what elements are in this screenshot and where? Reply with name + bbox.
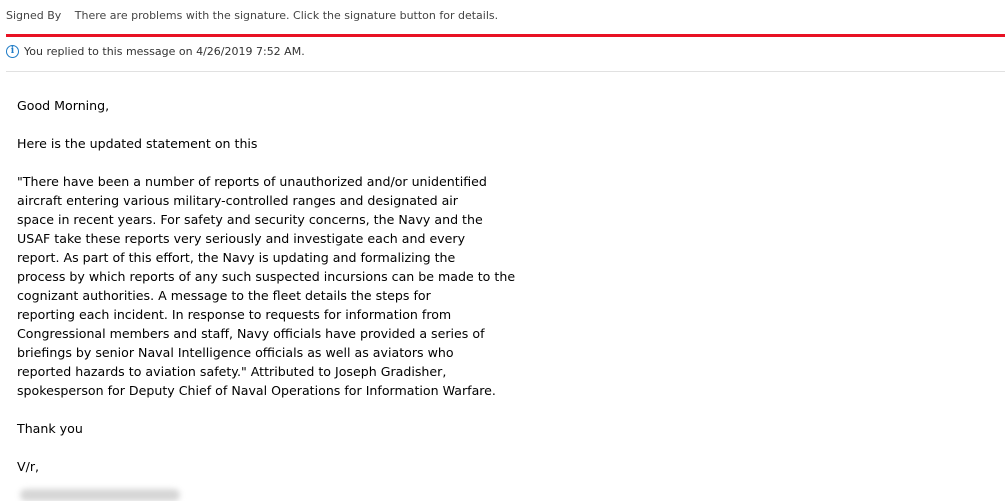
reply-notice-row: i You replied to this message on 4/26/20… — [6, 43, 305, 59]
statement-paragraph: "There have been a number of reports of … — [17, 172, 717, 400]
signature-warning-text: There are problems with the signature. C… — [74, 9, 499, 22]
statement-line: "There have been a number of reports of … — [17, 174, 487, 189]
statement-line: reported hazards to aviation safety." At… — [17, 364, 447, 379]
clipped-header-row — [0, 0, 1005, 3]
signature-status-row[interactable]: Signed By There are problems with the si… — [6, 9, 498, 22]
statement-line: Congressional members and staff, Navy of… — [17, 326, 485, 341]
info-icon: i — [6, 44, 19, 58]
signoff-line: V/r, — [17, 459, 40, 474]
statement-line: process by which reports of any such sus… — [17, 269, 516, 284]
statement-line: spokesperson for Deputy Chief of Naval O… — [17, 383, 496, 398]
statement-line: cognizant authorities. A message to the … — [17, 288, 431, 303]
statement-line: aircraft entering various military-contr… — [17, 193, 458, 208]
statement-line: reporting each incident. In response to … — [17, 307, 452, 322]
signature-alert-bar — [6, 34, 1005, 37]
closing-line: Thank you — [17, 421, 83, 436]
redacted-signature — [20, 489, 180, 501]
statement-line: space in recent years. For safety and se… — [17, 212, 483, 227]
statement-line: USAF take these reports very seriously a… — [17, 231, 466, 246]
header-divider — [6, 71, 1005, 72]
intro-line: Here is the updated statement on this — [17, 136, 258, 151]
signed-by-label: Signed By — [6, 9, 62, 22]
statement-line: report. As part of this effort, the Navy… — [17, 250, 456, 265]
greeting: Good Morning, — [17, 98, 110, 113]
statement-line: briefings by senior Naval Intelligence o… — [17, 345, 454, 360]
reply-notice-text: You replied to this message on 4/26/2019… — [24, 44, 305, 58]
message-body: Good Morning, Here is the updated statem… — [17, 96, 717, 495]
